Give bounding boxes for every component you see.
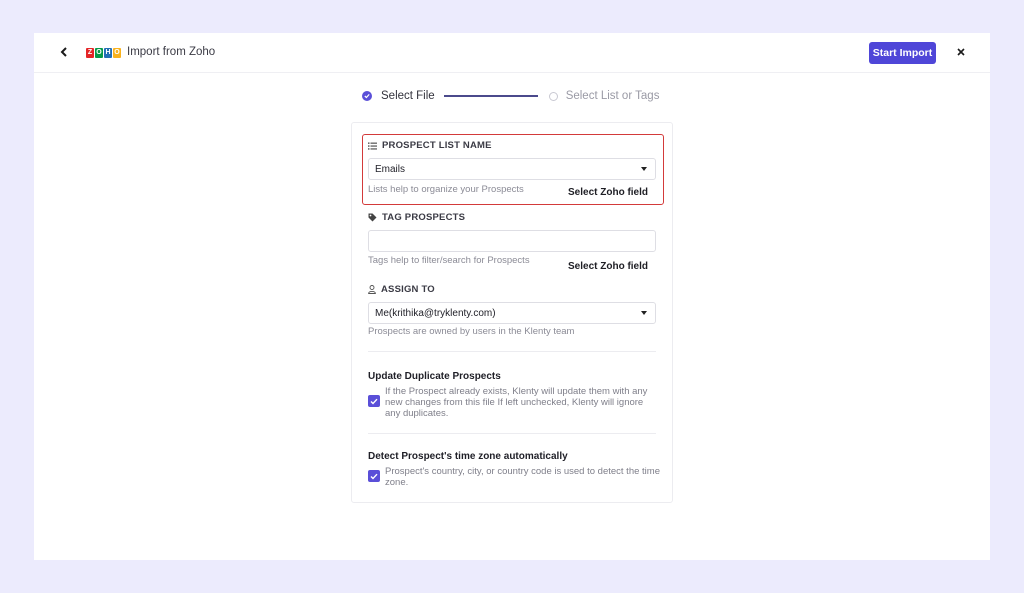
assign-to-value: Me(krithika@tryklenty.com) — [375, 307, 496, 319]
detect-timezone-title: Detect Prospect's time zone automaticall… — [368, 451, 568, 462]
assign-to-hint: Prospects are owned by users in the Klen… — [368, 326, 575, 337]
tag-prospects-zoho-field[interactable]: Select Zoho field — [568, 261, 648, 272]
detect-timezone-checkbox[interactable] — [368, 470, 380, 482]
step-complete-icon — [362, 91, 372, 101]
assign-to-label: ASSIGN TO — [368, 284, 435, 295]
tag-prospects-label: TAG PROSPECTS — [368, 212, 465, 223]
checkmark-icon — [370, 473, 378, 480]
back-button[interactable] — [56, 44, 72, 60]
update-duplicates-title: Update Duplicate Prospects — [368, 371, 501, 382]
step-pending-icon — [548, 91, 558, 101]
step-select-list-or-tags: Select List or Tags — [565, 90, 660, 102]
prospect-list-zoho-field[interactable]: Select Zoho field — [568, 187, 648, 198]
prospect-list-label-text: PROSPECT LIST NAME — [382, 140, 492, 151]
step-connector — [443, 95, 538, 97]
start-import-button[interactable]: Start Import — [869, 42, 936, 64]
list-icon — [368, 142, 377, 150]
zoho-logo-letter: Z — [86, 48, 94, 58]
checkmark-icon — [370, 398, 378, 405]
header-bar: Z O H O Import from Zoho Start Import — [34, 33, 990, 73]
assign-to-label-text: ASSIGN TO — [381, 284, 435, 295]
chevron-down-icon — [641, 311, 647, 315]
close-icon — [957, 48, 965, 56]
tag-icon — [368, 213, 377, 222]
update-duplicates-description: If the Prospect already exists, Klenty w… — [385, 386, 648, 419]
tag-prospects-hint: Tags help to filter/search for Prospects — [368, 255, 530, 266]
update-duplicates-checkbox[interactable] — [368, 395, 380, 407]
prospect-list-select[interactable]: Emails — [368, 158, 656, 180]
step-select-file: Select File — [381, 90, 435, 102]
tag-prospects-input[interactable] — [368, 230, 656, 252]
detect-timezone-description: Prospect's country, city, or country cod… — [385, 466, 660, 488]
close-button[interactable] — [954, 45, 968, 59]
zoho-logo-letter: O — [113, 48, 121, 58]
section-divider — [368, 351, 656, 352]
import-settings-card: PROSPECT LIST NAME Emails Lists help to … — [351, 122, 673, 503]
user-icon — [368, 285, 376, 294]
zoho-logo-letter: O — [95, 48, 103, 58]
assign-to-select[interactable]: Me(krithika@tryklenty.com) — [368, 302, 656, 324]
chevron-down-icon — [641, 167, 647, 171]
page-title: Import from Zoho — [127, 46, 216, 58]
prospect-list-value: Emails — [375, 163, 406, 175]
prospect-list-label: PROSPECT LIST NAME — [368, 140, 492, 151]
section-divider — [368, 433, 656, 434]
zoho-logo: Z O H O — [86, 48, 121, 58]
prospect-list-hint: Lists help to organize your Prospects — [368, 184, 524, 195]
chevron-left-icon — [60, 47, 67, 57]
zoho-logo-letter: H — [104, 48, 112, 58]
import-stepper: Select File Select List or Tags — [362, 90, 659, 102]
tag-prospects-label-text: TAG PROSPECTS — [382, 212, 466, 223]
import-panel: Z O H O Import from Zoho Start Import Se… — [34, 33, 990, 560]
